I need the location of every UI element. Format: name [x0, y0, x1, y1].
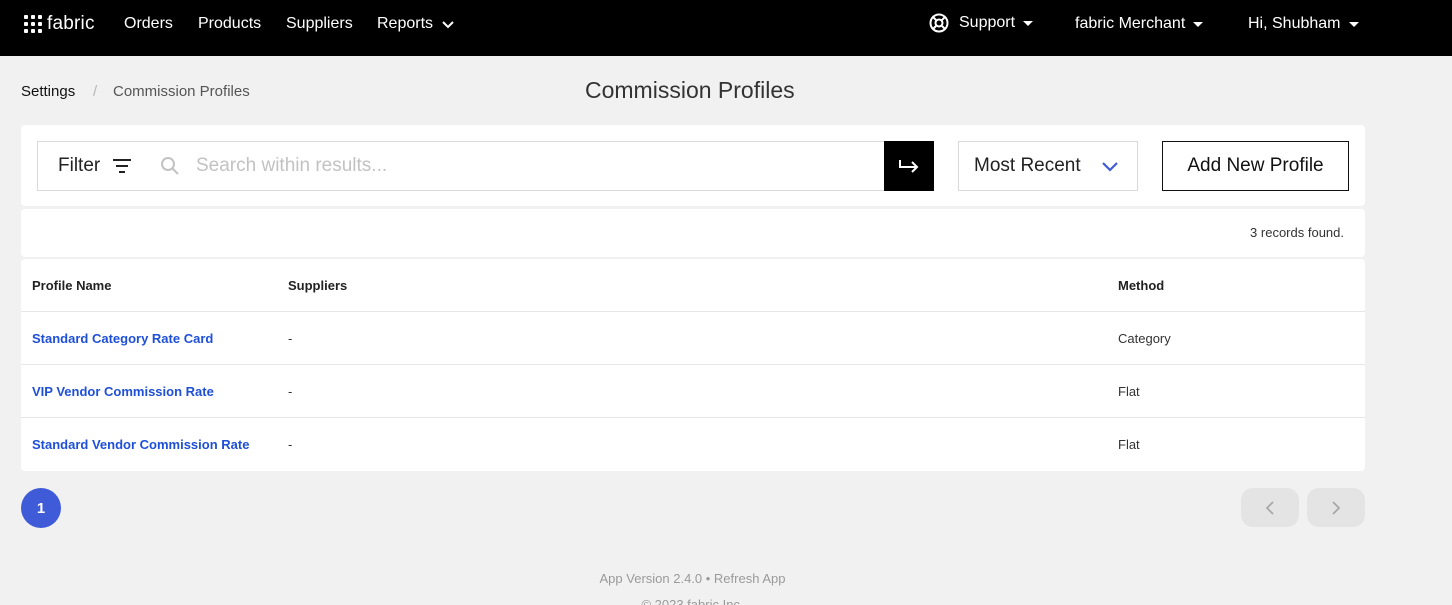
next-page-button[interactable] — [1307, 488, 1365, 527]
add-new-profile-button[interactable]: Add New Profile — [1162, 141, 1349, 191]
profile-name-link[interactable]: Standard Category Rate Card — [32, 331, 213, 346]
previous-page-button[interactable] — [1241, 488, 1299, 527]
sort-selected-value: Most Recent — [974, 155, 1081, 176]
chevron-right-icon — [1332, 500, 1341, 515]
search-submit-button[interactable] — [884, 141, 934, 191]
table-row: Standard Vendor Commission Rate - Flat — [21, 418, 1365, 471]
search-input[interactable] — [196, 155, 836, 177]
records-count: 3 records found. — [1250, 225, 1344, 240]
nav-suppliers[interactable]: Suppliers — [286, 15, 353, 33]
chevron-down-icon — [442, 21, 454, 29]
filter-button[interactable]: Filter — [37, 141, 147, 191]
profile-name-link[interactable]: Standard Vendor Commission Rate — [32, 437, 249, 452]
caret-down-icon — [1193, 21, 1204, 27]
nav-orders[interactable]: Orders — [124, 15, 173, 33]
profiles-table: Profile Name Suppliers Method Standard C… — [21, 259, 1365, 471]
page-title: Commission Profiles — [585, 77, 795, 103]
method-cell: Flat — [1118, 437, 1140, 452]
method-cell: Flat — [1118, 384, 1140, 399]
table-header: Profile Name Suppliers Method — [21, 259, 1365, 312]
chevron-down-icon — [1102, 162, 1118, 172]
app-version-footer: App Version 2.4.0 • Refresh App — [599, 571, 786, 586]
suppliers-cell: - — [288, 437, 293, 452]
support-label: Support — [959, 14, 1016, 31]
breadcrumb-separator: / — [93, 83, 98, 100]
search-box — [146, 141, 885, 191]
search-icon — [161, 157, 179, 175]
filter-label: Filter — [58, 155, 101, 176]
nav-products[interactable]: Products — [198, 15, 261, 33]
records-bar: 3 records found. — [21, 209, 1365, 257]
column-header-method[interactable]: Method — [1118, 278, 1164, 293]
nav-reports-label: Reports — [377, 15, 434, 32]
breadcrumb-current: Commission Profiles — [113, 83, 250, 100]
support-menu[interactable]: Support — [929, 13, 1034, 33]
table-row: Standard Category Rate Card - Category — [21, 312, 1365, 365]
method-cell: Category — [1118, 331, 1171, 346]
filter-icon — [113, 159, 132, 173]
column-header-suppliers[interactable]: Suppliers — [288, 278, 347, 293]
top-nav-bar: fabric Orders Products Suppliers Reports… — [0, 0, 1452, 56]
table-row: VIP Vendor Commission Rate - Flat — [21, 365, 1365, 418]
profile-name-link[interactable]: VIP Vendor Commission Rate — [32, 384, 214, 399]
arrow-right-icon — [899, 160, 919, 173]
caret-down-icon — [1023, 20, 1034, 26]
page-number-current[interactable]: 1 — [21, 488, 61, 528]
toolbar-card: Filter Most Recent Add New Profile — [21, 125, 1365, 206]
breadcrumb-settings[interactable]: Settings — [21, 83, 75, 100]
caret-down-icon — [1348, 21, 1359, 27]
suppliers-cell: - — [288, 331, 293, 346]
column-header-profile-name[interactable]: Profile Name — [32, 278, 111, 293]
merchant-menu[interactable]: fabric Merchant — [1075, 15, 1204, 33]
brand-name: fabric — [47, 13, 95, 34]
user-greeting: Hi, Shubham — [1248, 15, 1341, 32]
lifebuoy-icon — [929, 13, 949, 33]
nav-reports[interactable]: Reports — [377, 15, 455, 33]
grid-logo-icon — [24, 15, 42, 33]
suppliers-cell: - — [288, 384, 293, 399]
user-menu[interactable]: Hi, Shubham — [1248, 15, 1359, 33]
fabric-logo[interactable]: fabric — [24, 13, 95, 34]
sort-dropdown[interactable]: Most Recent — [958, 141, 1138, 191]
merchant-label: fabric Merchant — [1075, 15, 1186, 32]
copyright-footer: © 2023 fabric Inc. — [641, 597, 744, 605]
chevron-left-icon — [1265, 500, 1274, 515]
